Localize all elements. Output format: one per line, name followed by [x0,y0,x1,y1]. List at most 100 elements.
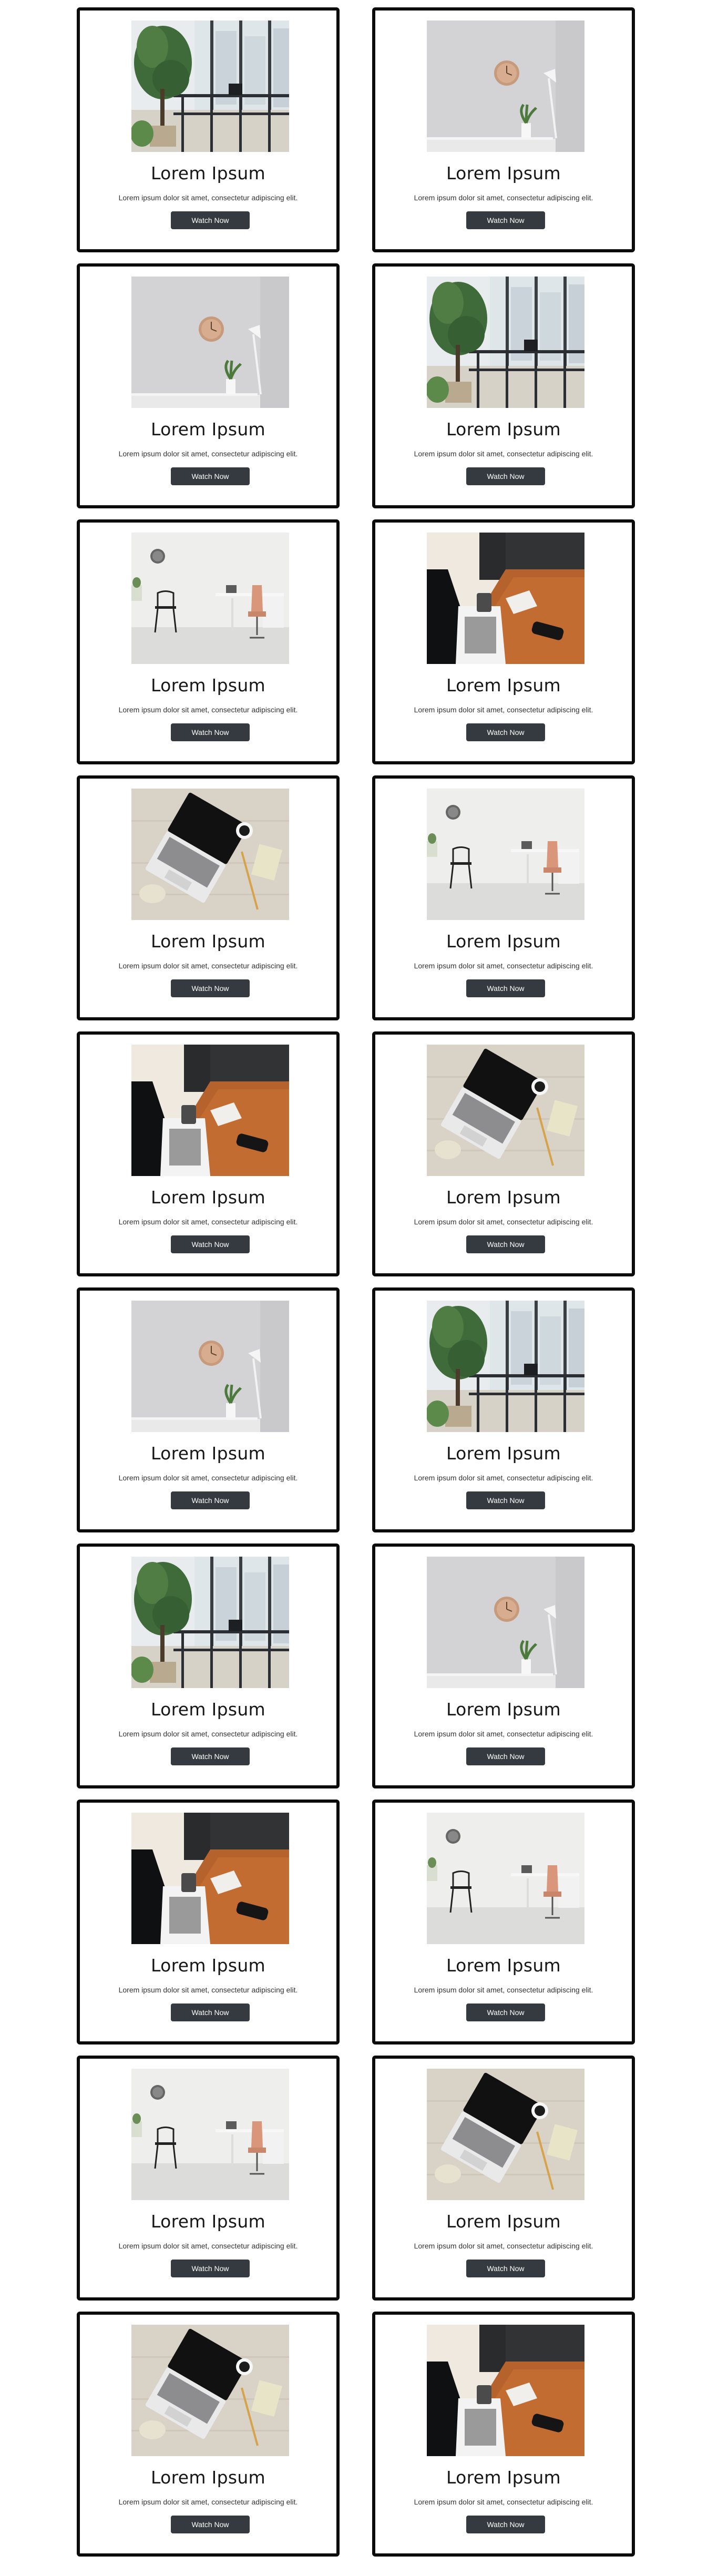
watch-now-button[interactable]: Watch Now [171,1491,250,1509]
card-title: Lorem Ipsum [446,675,561,696]
watch-now-button[interactable]: Watch Now [171,2003,250,2021]
card-image-laptop-top [131,2325,289,2456]
card-description: Lorem ipsum dolor sit amet, consectetur … [118,1218,298,1226]
card-description: Lorem ipsum dolor sit amet, consectetur … [118,2242,298,2250]
card-image-laptop-top [427,1045,584,1176]
card-title: Lorem Ipsum [150,931,265,952]
card: Lorem Ipsum Lorem ipsum dolor sit amet, … [372,2056,635,2301]
card-image-white-office [427,1813,584,1944]
card-image-balcony-plants [427,1301,584,1432]
card: Lorem Ipsum Lorem ipsum dolor sit amet, … [372,263,635,508]
card: Lorem Ipsum Lorem ipsum dolor sit amet, … [372,1287,635,1532]
card-title: Lorem Ipsum [150,2467,265,2488]
card-title: Lorem Ipsum [150,1955,265,1976]
card: Lorem Ipsum Lorem ipsum dolor sit amet, … [77,1287,340,1532]
card-image-wooden-desk [427,2325,584,2456]
card-image-wall-clock-desk [131,1301,289,1432]
card: Lorem Ipsum Lorem ipsum dolor sit amet, … [372,1543,635,1788]
card-description: Lorem ipsum dolor sit amet, consectetur … [118,2498,298,2506]
watch-now-button[interactable]: Watch Now [466,2516,545,2533]
card-description: Lorem ipsum dolor sit amet, consectetur … [118,193,298,202]
card-title: Lorem Ipsum [150,1443,265,1464]
card-description: Lorem ipsum dolor sit amet, consectetur … [118,706,298,714]
watch-now-button[interactable]: Watch Now [171,1235,250,1253]
watch-now-button[interactable]: Watch Now [171,723,250,741]
card-description: Lorem ipsum dolor sit amet, consectetur … [414,1218,593,1226]
card-description: Lorem ipsum dolor sit amet, consectetur … [414,962,593,970]
watch-now-button[interactable]: Watch Now [171,467,250,485]
card-image-laptop-top [131,789,289,920]
card-title: Lorem Ipsum [150,675,265,696]
watch-now-button[interactable]: Watch Now [466,2260,545,2277]
card-description: Lorem ipsum dolor sit amet, consectetur … [414,706,593,714]
card: Lorem Ipsum Lorem ipsum dolor sit amet, … [77,263,340,508]
card-description: Lorem ipsum dolor sit amet, consectetur … [414,1474,593,1482]
card-description: Lorem ipsum dolor sit amet, consectetur … [414,1730,593,1738]
watch-now-button[interactable]: Watch Now [466,979,545,997]
watch-now-button[interactable]: Watch Now [171,2516,250,2533]
card-grid: Lorem Ipsum Lorem ipsum dolor sit amet, … [0,0,718,2576]
card-description: Lorem ipsum dolor sit amet, consectetur … [414,1986,593,1994]
card-title: Lorem Ipsum [446,1699,561,1720]
card-image-white-office [427,789,584,920]
card-title: Lorem Ipsum [446,1443,561,1464]
card-description: Lorem ipsum dolor sit amet, consectetur … [118,962,298,970]
card-image-wooden-desk [427,533,584,664]
card-title: Lorem Ipsum [446,931,561,952]
watch-now-button[interactable]: Watch Now [171,211,250,229]
watch-now-button[interactable]: Watch Now [466,211,545,229]
card-image-wall-clock-desk [131,277,289,408]
card-description: Lorem ipsum dolor sit amet, consectetur … [118,1730,298,1738]
card: Lorem Ipsum Lorem ipsum dolor sit amet, … [77,775,340,1020]
card: Lorem Ipsum Lorem ipsum dolor sit amet, … [372,519,635,764]
card: Lorem Ipsum Lorem ipsum dolor sit amet, … [77,2312,340,2557]
card: Lorem Ipsum Lorem ipsum dolor sit amet, … [77,2056,340,2301]
card: Lorem Ipsum Lorem ipsum dolor sit amet, … [372,775,635,1020]
card-title: Lorem Ipsum [150,2211,265,2232]
card: Lorem Ipsum Lorem ipsum dolor sit amet, … [372,1800,635,2045]
card-title: Lorem Ipsum [446,1955,561,1976]
card-description: Lorem ipsum dolor sit amet, consectetur … [118,449,298,458]
card: Lorem Ipsum Lorem ipsum dolor sit amet, … [77,1800,340,2045]
watch-now-button[interactable]: Watch Now [466,1235,545,1253]
watch-now-button[interactable]: Watch Now [171,979,250,997]
watch-now-button[interactable]: Watch Now [466,1747,545,1765]
card-title: Lorem Ipsum [446,163,561,183]
card-image-wall-clock-desk [427,21,584,152]
watch-now-button[interactable]: Watch Now [466,723,545,741]
card: Lorem Ipsum Lorem ipsum dolor sit amet, … [77,7,340,252]
watch-now-button[interactable]: Watch Now [171,1747,250,1765]
card-title: Lorem Ipsum [446,2467,561,2488]
card-image-white-office [131,533,289,664]
card-title: Lorem Ipsum [150,1699,265,1720]
card-image-wooden-desk [131,1813,289,1944]
watch-now-button[interactable]: Watch Now [466,467,545,485]
card: Lorem Ipsum Lorem ipsum dolor sit amet, … [372,7,635,252]
card: Lorem Ipsum Lorem ipsum dolor sit amet, … [77,1543,340,1788]
card-title: Lorem Ipsum [446,1187,561,1208]
card-description: Lorem ipsum dolor sit amet, consectetur … [118,1474,298,1482]
card: Lorem Ipsum Lorem ipsum dolor sit amet, … [372,2312,635,2557]
card: Lorem Ipsum Lorem ipsum dolor sit amet, … [77,519,340,764]
card-image-balcony-plants [131,1557,289,1688]
card: Lorem Ipsum Lorem ipsum dolor sit amet, … [372,1031,635,1276]
card-title: Lorem Ipsum [446,419,561,439]
card-title: Lorem Ipsum [446,2211,561,2232]
watch-now-button[interactable]: Watch Now [171,2260,250,2277]
card-title: Lorem Ipsum [150,163,265,183]
card-description: Lorem ipsum dolor sit amet, consectetur … [414,193,593,202]
card: Lorem Ipsum Lorem ipsum dolor sit amet, … [77,1031,340,1276]
card-image-wall-clock-desk [427,1557,584,1688]
card-image-laptop-top [427,2069,584,2200]
card-image-wooden-desk [131,1045,289,1176]
card-title: Lorem Ipsum [150,419,265,439]
card-description: Lorem ipsum dolor sit amet, consectetur … [414,2242,593,2250]
card-title: Lorem Ipsum [150,1187,265,1208]
card-description: Lorem ipsum dolor sit amet, consectetur … [414,449,593,458]
card-image-white-office [131,2069,289,2200]
watch-now-button[interactable]: Watch Now [466,2003,545,2021]
card-image-balcony-plants [131,21,289,152]
watch-now-button[interactable]: Watch Now [466,1491,545,1509]
card-image-balcony-plants [427,277,584,408]
card-description: Lorem ipsum dolor sit amet, consectetur … [414,2498,593,2506]
